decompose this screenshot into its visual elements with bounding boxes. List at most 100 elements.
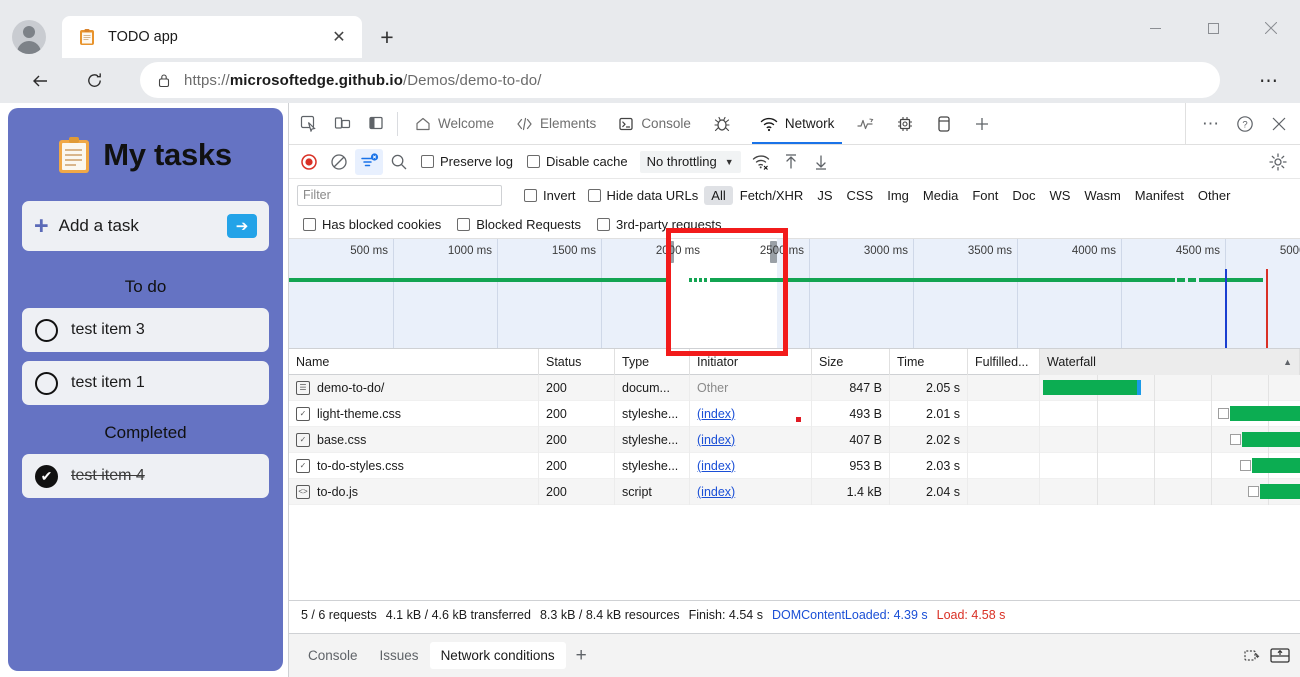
tab-application[interactable] xyxy=(925,103,963,144)
preserve-log-checkbox[interactable]: Preserve log xyxy=(421,154,513,169)
cell-initiator[interactable]: (index) xyxy=(690,401,812,427)
table-row[interactable]: ☰ demo-to-do/ 200 docum... Other 847 B 2… xyxy=(289,375,1300,401)
tab-performance[interactable] xyxy=(845,103,885,144)
profile-avatar[interactable] xyxy=(12,20,46,54)
cell-name[interactable]: <> to-do.js xyxy=(289,479,539,505)
task-checkbox-checked[interactable]: ✔ xyxy=(35,465,58,488)
cell-initiator[interactable]: (index) xyxy=(690,453,812,479)
new-tab-button[interactable]: + xyxy=(372,22,402,52)
cell-type: docum... xyxy=(615,375,690,401)
drawer-tab-network-conditions[interactable]: Network conditions xyxy=(430,642,566,669)
add-task-input[interactable]: Add a task xyxy=(59,216,227,236)
browser-more-icon[interactable]: ⋯ xyxy=(1252,65,1286,97)
task-checkbox[interactable] xyxy=(35,372,58,395)
table-row[interactable]: ✓ base.css 200 styleshe... (index) 407 B… xyxy=(289,427,1300,453)
submit-task-button[interactable]: ➔ xyxy=(227,214,257,238)
window-close-icon[interactable] xyxy=(1242,0,1300,56)
tab-welcome[interactable]: Welcome xyxy=(404,103,505,144)
device-toolbar-icon[interactable] xyxy=(327,109,357,139)
list-item[interactable]: test item 3 xyxy=(22,308,269,352)
column-header-initiator[interactable]: Initiator xyxy=(690,349,812,375)
invert-checkbox[interactable]: Invert xyxy=(524,188,576,203)
blocked-requests-checkbox[interactable]: Blocked Requests xyxy=(457,217,581,232)
add-task-row[interactable]: + Add a task ➔ xyxy=(22,201,269,251)
initiator-link[interactable]: (index) xyxy=(697,459,735,473)
cell-name[interactable]: ✓ base.css xyxy=(289,427,539,453)
drawer-add-tab-icon[interactable]: + xyxy=(566,643,597,669)
dock-side-icon[interactable] xyxy=(361,109,391,139)
table-row[interactable]: ✓ to-do-styles.css 200 styleshe... (inde… xyxy=(289,453,1300,479)
initiator-link[interactable]: (index) xyxy=(697,485,735,499)
maximize-icon[interactable] xyxy=(1184,0,1242,56)
tab-console[interactable]: Console xyxy=(607,103,702,144)
wifi-settings-icon[interactable] xyxy=(747,149,775,175)
reload-icon[interactable] xyxy=(76,63,112,99)
disable-cache-checkbox[interactable]: Disable cache xyxy=(527,154,628,169)
initiator-link[interactable]: (index) xyxy=(697,433,735,447)
filter-type-js[interactable]: JS xyxy=(810,186,839,205)
overview-request-band xyxy=(710,278,1175,282)
tab-memory[interactable] xyxy=(885,103,925,144)
list-item[interactable]: ✔ test item 4 xyxy=(22,454,269,498)
devtools-more-icon[interactable]: ⋯ xyxy=(1196,109,1226,139)
browser-tab[interactable]: TODO app ✕ xyxy=(62,16,362,58)
dock-bottom-icon[interactable] xyxy=(1269,646,1291,665)
clear-icon[interactable] xyxy=(325,149,353,175)
column-header-fulfilled[interactable]: Fulfilled... xyxy=(968,349,1040,375)
column-header-size[interactable]: Size xyxy=(812,349,890,375)
drawer-tab-issues[interactable]: Issues xyxy=(369,642,430,669)
filter-type-fetch-xhr[interactable]: Fetch/XHR xyxy=(733,186,811,205)
devtools-close-icon[interactable] xyxy=(1264,109,1294,139)
table-row[interactable]: ✓ light-theme.css 200 styleshe... (index… xyxy=(289,401,1300,427)
initiator-link[interactable]: (index) xyxy=(697,407,735,421)
minimize-icon[interactable] xyxy=(1126,0,1184,56)
column-header-type[interactable]: Type xyxy=(615,349,690,375)
table-row[interactable]: <> to-do.js 200 script (index) 1.4 kB 2.… xyxy=(289,479,1300,505)
filter-type-all[interactable]: All xyxy=(704,186,732,205)
third-party-requests-checkbox[interactable]: 3rd-party requests xyxy=(597,217,722,232)
clear-console-icon[interactable] xyxy=(1242,646,1261,665)
column-header-time[interactable]: Time xyxy=(890,349,968,375)
column-header-waterfall[interactable]: Waterfall ▲ xyxy=(1040,349,1300,375)
task-label: test item 1 xyxy=(71,374,145,392)
back-icon[interactable] xyxy=(22,63,58,99)
filter-type-css[interactable]: CSS xyxy=(840,186,881,205)
help-icon[interactable]: ? xyxy=(1230,109,1260,139)
record-icon[interactable] xyxy=(295,149,323,175)
filter-type-font[interactable]: Font xyxy=(965,186,1005,205)
task-checkbox[interactable] xyxy=(35,319,58,342)
filter-input[interactable]: Filter xyxy=(297,185,502,206)
drawer-tab-console[interactable]: Console xyxy=(297,642,369,669)
address-bar[interactable]: https://microsoftedge.github.io/Demos/de… xyxy=(140,62,1220,98)
tab-network[interactable]: Network xyxy=(749,103,846,144)
search-icon[interactable] xyxy=(385,149,413,175)
filter-type-img[interactable]: Img xyxy=(880,186,916,205)
close-icon[interactable]: ✕ xyxy=(326,24,352,50)
filter-type-doc[interactable]: Doc xyxy=(1005,186,1042,205)
tab-elements[interactable]: Elements xyxy=(505,103,607,144)
network-overview-timeline[interactable]: 500 ms 1000 ms 1500 ms 2000 ms 2500 ms 3… xyxy=(289,239,1300,349)
cell-name[interactable]: ✓ to-do-styles.css xyxy=(289,453,539,479)
cell-initiator[interactable]: (index) xyxy=(690,479,812,505)
column-header-status[interactable]: Status xyxy=(539,349,615,375)
filter-type-other[interactable]: Other xyxy=(1191,186,1238,205)
list-item[interactable]: test item 1 xyxy=(22,361,269,405)
filter-type-manifest[interactable]: Manifest xyxy=(1128,186,1191,205)
filter-icon[interactable] xyxy=(355,149,383,175)
cell-initiator[interactable]: (index) xyxy=(690,427,812,453)
tab-sources[interactable] xyxy=(702,103,749,144)
import-har-icon[interactable] xyxy=(777,149,805,175)
throttling-dropdown[interactable]: No throttling ▼ xyxy=(640,151,741,173)
gear-icon[interactable] xyxy=(1264,149,1292,175)
more-tabs-plus-icon[interactable] xyxy=(963,103,1001,144)
filter-type-media[interactable]: Media xyxy=(916,186,965,205)
filter-type-ws[interactable]: WS xyxy=(1042,186,1077,205)
has-blocked-cookies-checkbox[interactable]: Has blocked cookies xyxy=(303,217,441,232)
inspect-icon[interactable] xyxy=(293,109,323,139)
export-har-icon[interactable] xyxy=(807,149,835,175)
cell-name[interactable]: ☰ demo-to-do/ xyxy=(289,375,539,401)
filter-type-wasm[interactable]: Wasm xyxy=(1077,186,1127,205)
column-header-name[interactable]: Name xyxy=(289,349,539,375)
cell-name[interactable]: ✓ light-theme.css xyxy=(289,401,539,427)
hide-data-urls-checkbox[interactable]: Hide data URLs xyxy=(588,188,699,203)
